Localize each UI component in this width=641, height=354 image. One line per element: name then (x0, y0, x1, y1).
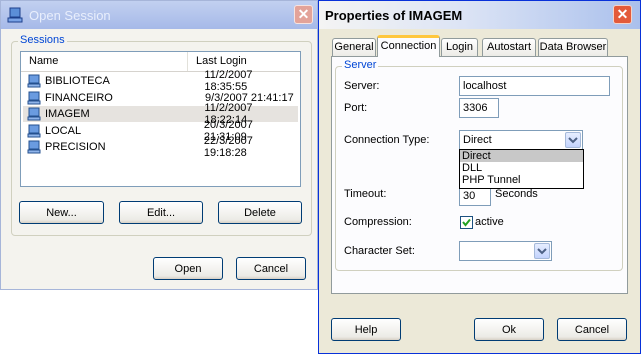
tab-data-browser[interactable]: Data Browser (538, 38, 608, 56)
database-icon (27, 91, 41, 104)
option-php-tunnel[interactable]: PHP Tunnel (460, 174, 583, 186)
database-icon (27, 140, 41, 154)
database-icon (27, 74, 41, 88)
server-input[interactable]: localhost (459, 76, 610, 96)
database-icon (27, 124, 41, 137)
tab-login[interactable]: Login (441, 38, 478, 56)
session-name: IMAGEM (45, 108, 90, 120)
window-title: Properties of IMAGEM (325, 7, 463, 23)
cancel-button[interactable]: Cancel (557, 318, 627, 341)
session-name: FINANCEIRO (45, 91, 113, 104)
session-last-login: 22/3/2007 19:18:28 (203, 135, 253, 159)
delete-session-button[interactable]: Delete (218, 201, 302, 224)
open-session-window: Open Session ✕ Sessions Name Last Login … (0, 0, 318, 290)
connection-type-label: Connection Type: (344, 134, 430, 146)
option-dll[interactable]: DLL (460, 162, 583, 174)
compression-option-label[interactable]: active (475, 216, 504, 228)
list-item[interactable]: PRECISION 22/3/2007 19:18:28 (23, 135, 298, 159)
cancel-button[interactable]: Cancel (236, 257, 306, 280)
list-item[interactable]: BIBLIOTECA 11/2/2007 18:35:55 (23, 69, 298, 93)
column-header-name[interactable]: Name (21, 52, 188, 71)
database-icon (27, 107, 41, 121)
timeout-label: Timeout: (344, 188, 387, 200)
timeout-unit: Seconds (495, 188, 538, 200)
new-session-button[interactable]: New... (19, 201, 104, 224)
server-label: Server: (344, 80, 380, 92)
session-name: LOCAL (45, 124, 82, 137)
close-icon: ✕ (297, 6, 310, 22)
database-icon (7, 7, 23, 23)
port-label: Port: (344, 102, 368, 114)
tab-connection[interactable]: Connection (377, 35, 440, 57)
checkmark-icon (462, 218, 471, 227)
connection-type-value: Direct (463, 134, 492, 146)
open-session-titlebar[interactable]: Open Session ✕ (1, 1, 317, 29)
connection-type-dropdown: Direct DLL PHP Tunnel (459, 149, 584, 189)
compression-label: Compression: (344, 216, 412, 228)
open-button[interactable]: Open (153, 257, 223, 280)
sessions-group-label: Sessions (18, 34, 67, 46)
port-input[interactable]: 3306 (459, 98, 499, 118)
chevron-down-icon[interactable] (534, 243, 550, 259)
help-button[interactable]: Help (331, 318, 401, 341)
compression-checkbox[interactable] (460, 216, 473, 229)
window-title: Open Session (29, 7, 111, 23)
session-name: BIBLIOTECA (45, 75, 110, 87)
character-set-select[interactable] (459, 241, 552, 261)
timeout-input[interactable]: 30 (459, 186, 491, 206)
server-group-label: Server (342, 59, 379, 71)
character-set-label: Character Set: (344, 245, 415, 257)
tab-general[interactable]: General (332, 38, 376, 56)
close-button[interactable]: ✕ (294, 5, 313, 24)
properties-titlebar[interactable]: Properties of IMAGEM ✕ (319, 1, 640, 29)
edit-session-button[interactable]: Edit... (119, 201, 203, 224)
chevron-down-icon[interactable] (565, 132, 581, 148)
tab-autostart[interactable]: Autostart (482, 38, 536, 56)
sessions-list[interactable]: Name Last Login BIBLIOTECA 11/2/2007 18:3… (20, 51, 301, 187)
close-button[interactable]: ✕ (613, 5, 632, 24)
ok-button[interactable]: Ok (474, 318, 544, 341)
option-direct[interactable]: Direct (460, 150, 583, 162)
session-name: PRECISION (45, 141, 106, 153)
connection-type-select[interactable]: Direct (459, 130, 583, 150)
close-icon: ✕ (616, 6, 629, 22)
